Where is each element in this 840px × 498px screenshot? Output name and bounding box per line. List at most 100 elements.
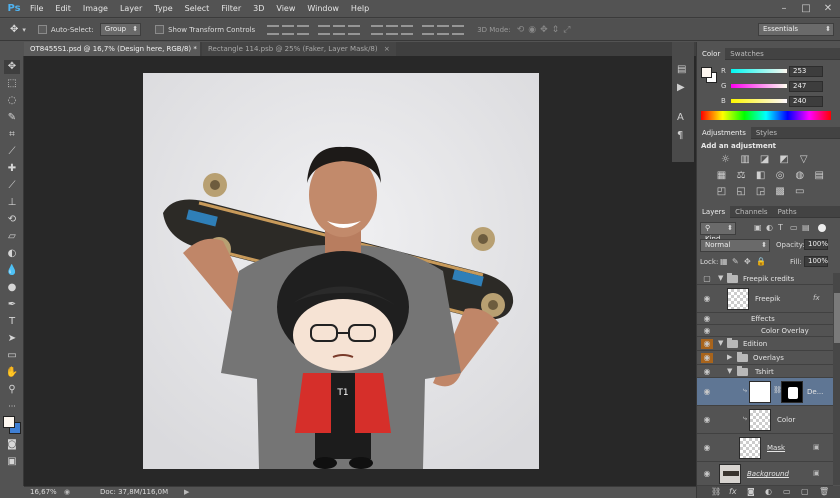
document-canvas[interactable]: T1: [143, 73, 539, 469]
mask-icon[interactable]: ◙: [747, 487, 755, 496]
menu-layer[interactable]: Layer: [120, 4, 142, 13]
green-slider[interactable]: [731, 84, 787, 88]
tab-swatches[interactable]: Swatches: [725, 48, 768, 60]
tab-layers[interactable]: Layers: [697, 205, 731, 218]
blur-tool-icon[interactable]: 💧: [4, 264, 20, 278]
canvas-area[interactable]: T1: [24, 56, 696, 486]
lock-position-icon[interactable]: ✥: [744, 257, 751, 266]
visibility-off-icon[interactable]: ▢: [701, 274, 713, 283]
brush-tool-icon[interactable]: ⟋: [4, 179, 20, 193]
brightness-icon[interactable]: ☼: [720, 154, 731, 165]
foreground-color-swatch[interactable]: [3, 416, 15, 428]
green-value[interactable]: 247: [789, 80, 823, 92]
color-spectrum[interactable]: [701, 111, 831, 120]
info-icon[interactable]: A: [677, 112, 684, 123]
menu-file[interactable]: File: [30, 4, 43, 13]
layer-group-freepik-credits[interactable]: ▢ ▼ Freepik credits: [697, 273, 833, 285]
tab-adjustments[interactable]: Adjustments: [697, 126, 751, 139]
more-tools-icon[interactable]: ···: [4, 400, 20, 414]
quick-mask-icon[interactable]: ◙: [4, 438, 20, 452]
hand-tool-icon[interactable]: ✋: [4, 366, 20, 380]
rectangle-tool-icon[interactable]: ▭: [4, 349, 20, 363]
type-tool-icon[interactable]: T: [4, 315, 20, 329]
menu-window[interactable]: Window: [307, 4, 339, 13]
move-tool-icon[interactable]: ✥: [4, 60, 20, 74]
align-vcenter-icon[interactable]: [282, 24, 295, 35]
eye-icon[interactable]: ◉: [701, 367, 713, 376]
layer-mask[interactable]: ◉ Mask ▣: [697, 434, 833, 462]
selective-color-icon[interactable]: ▩: [775, 186, 786, 197]
screen-mode-icon[interactable]: ▣: [4, 455, 20, 469]
opacity-input[interactable]: 100%: [804, 239, 828, 250]
marquee-tool-icon[interactable]: ⬚: [4, 77, 20, 91]
align-hcenter-icon[interactable]: [333, 24, 346, 35]
move-tool-icon[interactable]: ✥: [10, 24, 18, 35]
gradient-tool-icon[interactable]: ◐: [4, 247, 20, 261]
eye-icon[interactable]: ◉: [701, 443, 713, 452]
gradient-map-icon[interactable]: ▭: [794, 186, 805, 197]
quick-select-tool-icon[interactable]: ✎: [4, 111, 20, 125]
black-white-icon[interactable]: ◧: [755, 170, 766, 181]
curves-icon[interactable]: ◪: [759, 154, 770, 165]
distribute-top-icon[interactable]: [371, 24, 384, 35]
menu-help[interactable]: Help: [351, 4, 369, 13]
auto-select-dropdown[interactable]: Group: [99, 23, 142, 36]
blend-mode-dropdown[interactable]: Normal: [700, 239, 770, 252]
eye-icon[interactable]: ◉: [701, 339, 713, 349]
show-transform-checkbox[interactable]: [155, 25, 165, 34]
3d-pan-icon[interactable]: ✥: [540, 25, 548, 35]
tab-document-2[interactable]: Rectangle 114.psb @ 25% (Faker, Layer Ma…: [202, 42, 396, 56]
dodge-tool-icon[interactable]: ●: [4, 281, 20, 295]
3d-roll-icon[interactable]: ◉: [528, 25, 536, 35]
distribute-vcenter-icon[interactable]: [386, 24, 399, 35]
lock-all-icon[interactable]: 🔒: [756, 257, 766, 266]
adjustment-icon[interactable]: ◐: [765, 487, 772, 496]
group-expand-icon[interactable]: ▼: [727, 367, 732, 375]
lock-pixels-icon[interactable]: ✎: [732, 257, 739, 266]
hue-saturation-icon[interactable]: ▦: [716, 170, 727, 181]
filter-type-icon[interactable]: T: [778, 223, 783, 232]
color-balance-icon[interactable]: ⚖: [736, 170, 747, 181]
layer-group-edition[interactable]: ◉ ▼ Edition: [697, 337, 833, 351]
blue-slider[interactable]: [731, 99, 787, 103]
eye-icon[interactable]: ◉: [701, 469, 713, 478]
layers-scrollbar[interactable]: [833, 273, 840, 485]
fx-icon[interactable]: fx: [729, 487, 737, 496]
filter-adjustment-icon[interactable]: ◐: [766, 223, 773, 232]
tab-styles[interactable]: Styles: [751, 127, 782, 139]
eye-icon[interactable]: ◉: [701, 326, 713, 335]
zoom-level[interactable]: 16,67%: [30, 487, 57, 498]
group-expand-icon[interactable]: ▼: [718, 274, 723, 282]
pen-tool-icon[interactable]: ✒: [4, 298, 20, 312]
group-collapsed-icon[interactable]: ▶: [727, 353, 732, 361]
group-expand-icon[interactable]: ▼: [718, 339, 723, 347]
layer-effects[interactable]: ◉ Effects: [697, 313, 833, 325]
paragraph-icon[interactable]: ¶: [677, 130, 683, 141]
red-slider[interactable]: [731, 69, 787, 73]
maximize-button[interactable]: □: [796, 2, 816, 16]
levels-icon[interactable]: ▥: [740, 154, 751, 165]
status-menu-icon[interactable]: ◉: [64, 487, 70, 498]
link-icon[interactable]: ⛓: [711, 487, 721, 496]
trash-icon[interactable]: 🗑: [819, 487, 829, 496]
vibrance-icon[interactable]: ▽: [798, 154, 809, 165]
3d-orbit-icon[interactable]: ⟲: [517, 25, 525, 35]
distribute-hcenter-icon[interactable]: [437, 24, 450, 35]
filter-pixel-icon[interactable]: ▣: [754, 223, 762, 232]
align-left-icon[interactable]: [318, 24, 331, 35]
color-lookup-icon[interactable]: ▤: [814, 170, 825, 181]
lock-transparency-icon[interactable]: ▦: [720, 257, 728, 266]
menu-view[interactable]: View: [276, 4, 295, 13]
lasso-tool-icon[interactable]: ◌: [4, 94, 20, 108]
path-select-tool-icon[interactable]: ➤: [4, 332, 20, 346]
actions-icon[interactable]: ▶: [677, 82, 685, 93]
photo-filter-icon[interactable]: ◎: [775, 170, 786, 181]
menu-select[interactable]: Select: [185, 4, 210, 13]
menu-3d[interactable]: 3D: [253, 4, 264, 13]
align-top-icon[interactable]: [267, 24, 280, 35]
3d-slide-icon[interactable]: ⇕: [552, 25, 560, 35]
menu-edit[interactable]: Edit: [55, 4, 71, 13]
distribute-left-icon[interactable]: [422, 24, 435, 35]
layer-group-tshirt[interactable]: ◉ ▼ Tshirt: [697, 365, 833, 378]
auto-select-checkbox[interactable]: [37, 25, 47, 34]
